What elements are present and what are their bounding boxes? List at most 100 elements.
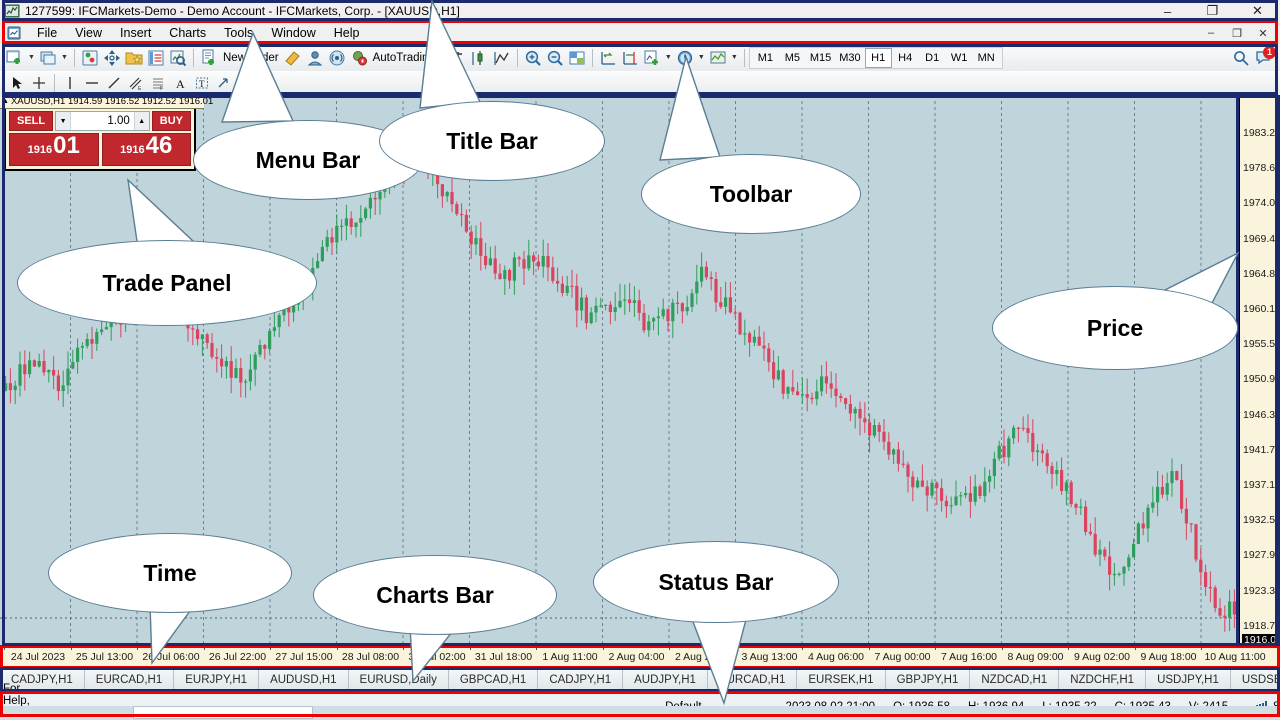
indicators-icon[interactable] [641, 47, 663, 69]
autotrading-label[interactable]: AutoTrading [370, 52, 438, 64]
collapse-arrow-icon[interactable]: ▲ [2, 98, 9, 105]
chart-tab[interactable]: EURSEK,H1 [797, 668, 886, 691]
menu-item-file[interactable]: File [28, 23, 66, 43]
menu-item-view[interactable]: View [66, 23, 111, 43]
cursor-icon[interactable] [6, 72, 28, 94]
price-label: 1983.20 [1243, 127, 1280, 139]
bar-chart-icon[interactable] [447, 47, 469, 69]
timeframe-m15[interactable]: M15 [806, 48, 835, 68]
arrows-icon[interactable] [213, 72, 235, 94]
new-order-icon[interactable] [198, 47, 220, 69]
fibonacci-icon[interactable]: F [147, 72, 169, 94]
volume-decrease-icon[interactable]: ▼ [56, 112, 72, 130]
scrollbar-thumb[interactable] [133, 706, 313, 719]
charts-bar[interactable]: CADJPY,H1 EURCAD,H1 EURJPY,H1 AUDUSD,H1 EURU… [0, 668, 1280, 691]
chart-area[interactable]: ▲ XAUUSD,H1 1914.59 1916.52 1912.52 1916… [0, 95, 1280, 645]
inner-restore-button[interactable]: ❐ [1224, 24, 1250, 42]
chart-tab[interactable]: EURCAD,H1 [85, 668, 175, 691]
chart-tab[interactable]: EURUSD,Daily [349, 668, 449, 691]
templates-dropdown[interactable]: ▼ [729, 47, 740, 69]
buy-price[interactable]: 1916 46 [101, 133, 191, 166]
new-order-label[interactable]: New Order [220, 52, 282, 64]
terminal-list-icon[interactable] [145, 47, 167, 69]
navigator-folder-star-icon[interactable] [123, 47, 145, 69]
chart-tab[interactable]: USDJPY,H1 [1146, 668, 1231, 691]
chart-tab[interactable]: AUDJPY,H1 [623, 668, 708, 691]
market-watch-icon[interactable] [79, 47, 101, 69]
autotrading-icon[interactable] [348, 47, 370, 69]
svg-text:T: T [199, 79, 205, 89]
search-icon[interactable] [1230, 47, 1252, 69]
timeframe-h1[interactable]: H1 [864, 47, 892, 68]
time-tick [4, 646, 5, 650]
timeframe-w1[interactable]: W1 [946, 48, 973, 68]
zoom-out-icon[interactable] [544, 47, 566, 69]
signals-icon[interactable] [326, 47, 348, 69]
profiles-dropdown[interactable]: ▼ [59, 47, 70, 69]
price-scale[interactable]: 1983.20 1978.60 1974.00 1969.40 1964.80 1960.… [1236, 95, 1280, 645]
new-chart-icon[interactable] [4, 47, 26, 69]
horizontal-line-icon[interactable] [81, 72, 103, 94]
timeframe-m5[interactable]: M5 [779, 48, 806, 68]
sell-price[interactable]: 1916 01 [9, 133, 99, 166]
crosshair-tool-icon[interactable] [28, 72, 50, 94]
bottom-scroll-strip[interactable] [0, 706, 1280, 720]
time-tick [868, 646, 870, 650]
indicators-dropdown[interactable]: ▼ [663, 47, 674, 69]
candle-chart-icon[interactable] [469, 47, 491, 69]
equidistant-channel-icon[interactable]: E [125, 72, 147, 94]
volume-value[interactable]: 1.00 [71, 115, 134, 127]
menu-item-charts[interactable]: Charts [160, 23, 215, 43]
timeframe-d1[interactable]: D1 [919, 48, 946, 68]
new-chart-dropdown[interactable]: ▼ [26, 47, 37, 69]
strategy-tester-icon[interactable] [167, 47, 189, 69]
timeframe-m30[interactable]: M30 [835, 48, 864, 68]
sell-button[interactable]: SELL [9, 111, 54, 131]
volume-increase-icon[interactable]: ▲ [133, 112, 149, 130]
crosshair-icon[interactable] [101, 47, 123, 69]
time-tick [1201, 646, 1202, 650]
periods-dropdown[interactable]: ▼ [696, 47, 707, 69]
chart-tab[interactable]: EURCAD,H1 [708, 668, 798, 691]
chart-tab[interactable]: CADJPY,H1 [538, 668, 624, 691]
zoom-in-icon[interactable] [522, 47, 544, 69]
maximize-button[interactable]: ❐ [1190, 0, 1235, 22]
profiles-icon[interactable] [37, 47, 59, 69]
alerts-icon[interactable]: 1 [1252, 45, 1276, 69]
timeframe-mn[interactable]: MN [973, 48, 1000, 68]
inner-minimize-button[interactable]: – [1198, 24, 1224, 42]
chart-tab[interactable]: GBPJPY,H1 [886, 668, 971, 691]
text-box-icon[interactable]: T [191, 72, 213, 94]
chart-tab[interactable]: NZDCHF,H1 [1059, 668, 1147, 691]
line-chart-icon[interactable] [491, 47, 513, 69]
vertical-line-icon[interactable] [59, 72, 81, 94]
menu-item-tools[interactable]: Tools [215, 23, 262, 43]
menu-item-insert[interactable]: Insert [111, 23, 160, 43]
minimize-button[interactable]: – [1145, 0, 1190, 22]
grid-icon[interactable] [566, 47, 588, 69]
inner-close-button[interactable]: ✕ [1250, 24, 1276, 42]
chart-tab[interactable]: USDSEK,H1 [1231, 668, 1280, 691]
periods-clock-icon[interactable] [674, 47, 696, 69]
text-label-icon[interactable]: A [169, 72, 191, 94]
close-button[interactable]: ✕ [1235, 0, 1280, 22]
metaeditor-icon[interactable] [282, 47, 304, 69]
chart-tab[interactable]: AUDUSD,H1 [259, 668, 349, 691]
auto-scroll-icon[interactable] [619, 47, 641, 69]
timeframe-h4[interactable]: H4 [892, 48, 919, 68]
chart-tab[interactable]: GBPCAD,H1 [449, 668, 539, 691]
timeframe-m1[interactable]: M1 [752, 48, 779, 68]
time-scale[interactable]: 24 Jul 2023 25 Jul 13:00 26 Jul 06:00 26 Ju… [0, 645, 1280, 668]
chart-shift-icon[interactable] [597, 47, 619, 69]
buy-button[interactable]: BUY [151, 111, 191, 131]
templates-icon[interactable] [707, 47, 729, 69]
menu-item-help[interactable]: Help [325, 23, 369, 43]
trendline-icon[interactable] [103, 72, 125, 94]
trade-panel[interactable]: SELL ▼ 1.00 ▲ BUY 1916 01 1916 46 [4, 109, 196, 171]
menu-item-window[interactable]: Window [262, 23, 324, 43]
expert-advisors-icon[interactable] [304, 47, 326, 69]
candlestick-chart[interactable]: ▲ XAUUSD,H1 1914.59 1916.52 1912.52 1916… [0, 95, 1238, 645]
chart-tab[interactable]: EURJPY,H1 [174, 668, 260, 691]
chart-tab[interactable]: NZDCAD,H1 [970, 668, 1060, 691]
volume-stepper[interactable]: ▼ 1.00 ▲ [55, 111, 150, 131]
